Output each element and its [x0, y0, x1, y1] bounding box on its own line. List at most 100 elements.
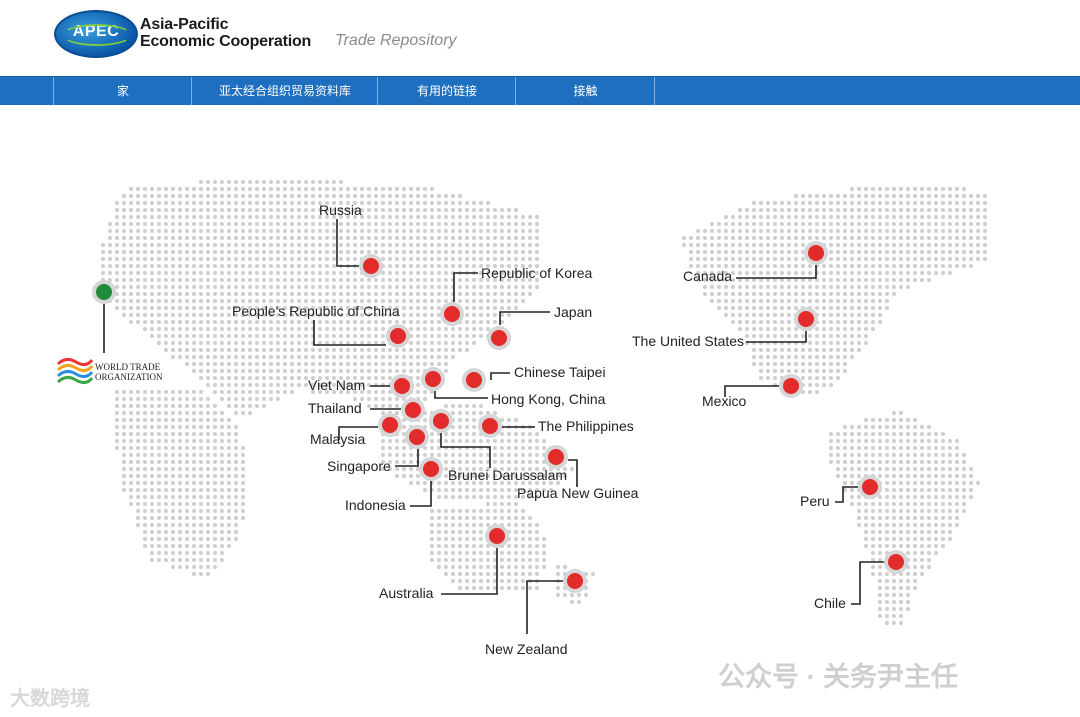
marker-chile[interactable] — [884, 550, 908, 574]
map-dot — [247, 228, 253, 234]
marker-hong-kong-china[interactable] — [421, 367, 445, 391]
header: APEC Asia-Pacific Economic Cooperation T… — [0, 0, 1080, 76]
map-dot — [303, 193, 309, 199]
map-dot — [912, 508, 918, 514]
map-dot — [338, 193, 344, 199]
map-dot — [471, 284, 477, 290]
map-dot — [338, 228, 344, 234]
map-dot — [177, 494, 183, 500]
map-dot — [814, 368, 820, 374]
map-dot — [471, 319, 477, 325]
map-dot — [982, 207, 988, 213]
marker-the-united-states[interactable] — [794, 307, 818, 331]
map-dot — [828, 319, 834, 325]
marker-papua-new-guinea[interactable] — [544, 445, 568, 469]
map-dot — [905, 270, 911, 276]
map-dot — [527, 571, 533, 577]
map-dot — [240, 193, 246, 199]
map-dot — [443, 368, 449, 374]
map-dot — [212, 263, 218, 269]
map-dot — [128, 228, 134, 234]
map-dot — [534, 522, 540, 528]
marker-mexico[interactable] — [779, 374, 803, 398]
map-dot — [828, 284, 834, 290]
map-dot — [905, 529, 911, 535]
map-dot — [142, 452, 148, 458]
marker-wto[interactable] — [92, 280, 116, 304]
marker-japan[interactable] — [487, 326, 511, 350]
marker-thailand[interactable] — [401, 398, 425, 422]
map-dot — [422, 487, 428, 493]
map-dot — [527, 431, 533, 437]
map-dot — [212, 403, 218, 409]
marker-people-s-republic-of-china[interactable] — [386, 324, 410, 348]
marker-indonesia[interactable] — [419, 457, 443, 481]
map-dot — [373, 319, 379, 325]
map-dot — [408, 284, 414, 290]
map-dot — [912, 431, 918, 437]
map-dot — [786, 333, 792, 339]
map-dot — [436, 207, 442, 213]
wto-logo[interactable]: WORLD TRADE ORGANIZATION — [56, 357, 163, 385]
marker-new-zealand[interactable] — [563, 569, 587, 593]
marker-australia[interactable] — [485, 524, 509, 548]
map-dot — [779, 326, 785, 332]
map-dot — [219, 354, 225, 360]
marker-peru[interactable] — [858, 475, 882, 499]
map-dot — [422, 193, 428, 199]
map-dot — [121, 466, 127, 472]
marker-chinese-taipei[interactable] — [462, 368, 486, 392]
map-dot — [436, 221, 442, 227]
leader-line — [568, 459, 578, 487]
map-dot — [324, 368, 330, 374]
label-chinese-taipei: Chinese Taipei — [514, 364, 606, 380]
map-dot — [940, 529, 946, 535]
map-dot — [828, 207, 834, 213]
nav-home[interactable]: 家 — [53, 77, 192, 105]
map-dot — [436, 298, 442, 304]
map-dot — [758, 228, 764, 234]
map-dot — [415, 473, 421, 479]
map-dot — [485, 501, 491, 507]
map-dot — [940, 466, 946, 472]
nav-useful-links[interactable]: 有用的链接 — [377, 77, 516, 105]
map-dot — [471, 487, 477, 493]
marker-russia[interactable] — [359, 254, 383, 278]
map-dot — [884, 305, 890, 311]
nav-contact[interactable]: 接触 — [515, 77, 655, 105]
map-dot — [212, 522, 218, 528]
map-dot — [870, 291, 876, 297]
map-dot — [884, 522, 890, 528]
marker-the-philippines[interactable] — [478, 414, 502, 438]
map-dot — [415, 291, 421, 297]
map-dot — [947, 186, 953, 192]
map-dot — [912, 214, 918, 220]
marker-viet-nam[interactable] — [390, 374, 414, 398]
map-dot — [422, 298, 428, 304]
map-dot — [940, 459, 946, 465]
map-dot — [471, 543, 477, 549]
map-dot — [156, 326, 162, 332]
marker-malaysia[interactable] — [378, 413, 402, 437]
map-dot — [198, 368, 204, 374]
map-dot — [240, 263, 246, 269]
map-dot — [905, 445, 911, 451]
map-dot — [114, 298, 120, 304]
map-dot — [898, 515, 904, 521]
map-dot — [464, 494, 470, 500]
map-dot — [240, 214, 246, 220]
map-dot — [163, 333, 169, 339]
map-dot — [163, 305, 169, 311]
marker-singapore[interactable] — [405, 425, 429, 449]
label-singapore: Singapore — [327, 458, 391, 474]
apec-logo[interactable]: APEC — [54, 10, 138, 58]
map-dot — [121, 389, 127, 395]
marker-canada[interactable] — [804, 241, 828, 265]
nav-trade-repository[interactable]: 亚太经合组织贸易资料库 — [191, 77, 378, 105]
logo-text: APEC — [72, 23, 120, 40]
map-dot — [842, 235, 848, 241]
map-dot — [387, 242, 393, 248]
map-dot — [254, 263, 260, 269]
marker-republic-of-korea[interactable] — [440, 302, 464, 326]
marker-brunei-darussalam[interactable] — [429, 409, 453, 433]
